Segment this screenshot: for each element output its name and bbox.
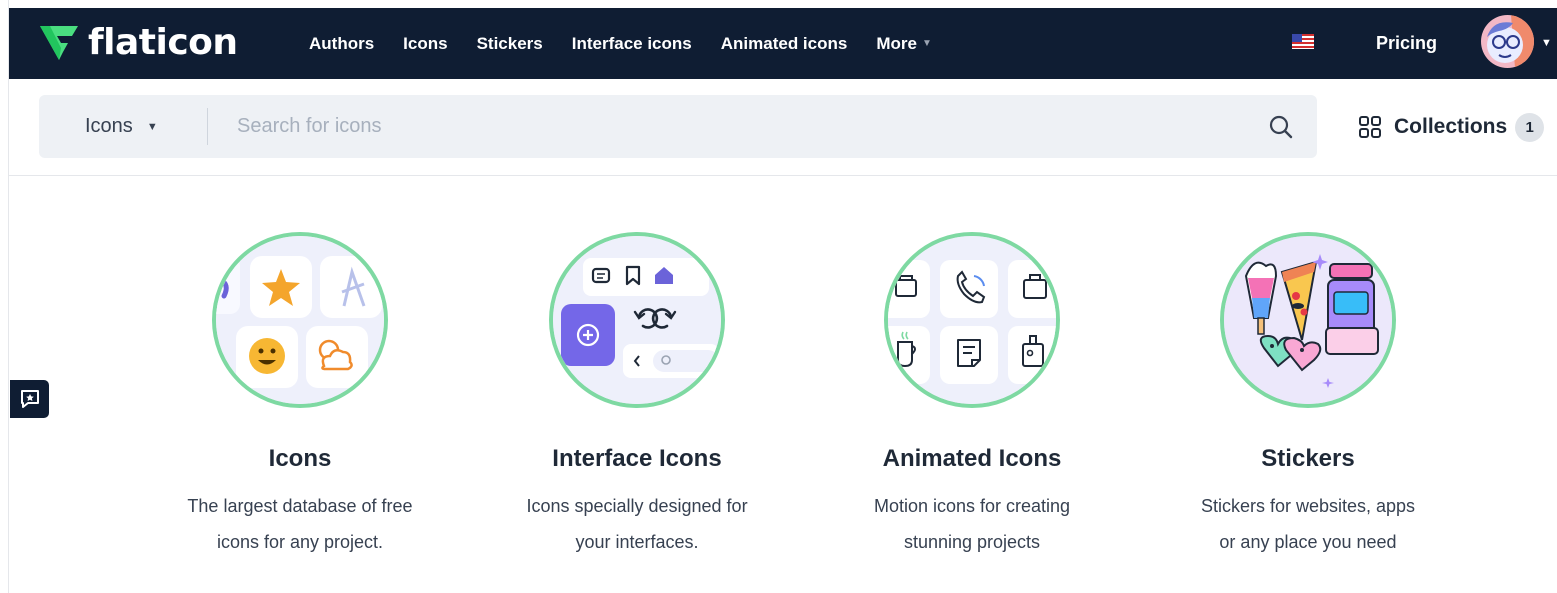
category-description: The largest database of free icons for a… [187,496,413,552]
user-avatar-icon[interactable] [1481,15,1534,68]
chevron-down-icon: ▼ [921,38,932,49]
pricing-link[interactable]: Pricing [1376,8,1437,79]
category-title: Animated Icons [882,445,1062,472]
nav-more-dropdown[interactable]: More ▼ [876,34,932,54]
feedback-icon [20,390,39,408]
left-edge [0,0,9,593]
category-icons[interactable]: Icons The largest database of free icons… [150,232,450,560]
category-description: Stickers for websites, apps or any place… [1200,496,1416,552]
collections-count-badge: 1 [1515,112,1545,142]
category-title: Stickers [1261,445,1355,472]
category-icons-illustration [212,232,388,408]
flaticon-logo[interactable]: flaticon [38,23,238,63]
nav-more-label: More [876,33,917,53]
category-stickers[interactable]: Stickers Stickers for websites, apps or … [1158,232,1458,560]
top-navigation: flaticon Authors Icons Stickers Interfac… [9,8,1557,79]
collections-label: Collections [1394,115,1508,138]
header-divider [9,175,1557,176]
category-interface-icons[interactable]: Interface Icons Icons specially designed… [487,232,787,560]
category-description: Icons specially designed for your interf… [526,496,748,552]
feedback-button[interactable] [10,380,49,418]
search-divider [207,108,208,145]
category-description: Motion icons for creating stunning proje… [873,496,1071,552]
us-flag-icon[interactable] [1292,34,1314,49]
nav-link-interface-icons[interactable]: Interface icons [572,34,692,54]
collections-button[interactable]: Collections 1 [1358,112,1545,142]
logo-text: flaticon [88,22,238,63]
search-type-dropdown[interactable]: Icons ▼ [85,95,158,158]
avatar-chevron-down-icon[interactable]: ▼ [1541,37,1552,49]
collections-grid-icon [1359,116,1381,138]
search-bar: Icons ▼ [39,95,1317,158]
flaticon-logo-icon [40,26,78,60]
nav-links: Authors Icons Stickers Interface icons A… [309,8,961,79]
category-animated-icons-illustration [884,232,1060,408]
nav-link-icons[interactable]: Icons [403,34,447,54]
search-input[interactable] [237,105,1237,148]
category-stickers-illustration [1220,232,1396,408]
nav-link-authors[interactable]: Authors [309,34,374,54]
search-icon[interactable] [1268,114,1294,140]
category-title: Icons [268,445,332,472]
search-type-label: Icons [85,115,133,137]
caret-down-icon: ▼ [146,120,158,133]
category-interface-icons-illustration [549,232,725,408]
category-title: Interface Icons [552,445,722,472]
category-animated-icons[interactable]: Animated Icons Motion icons for creating… [822,232,1122,560]
nav-link-stickers[interactable]: Stickers [477,34,543,54]
nav-link-animated-icons[interactable]: Animated icons [721,34,848,54]
